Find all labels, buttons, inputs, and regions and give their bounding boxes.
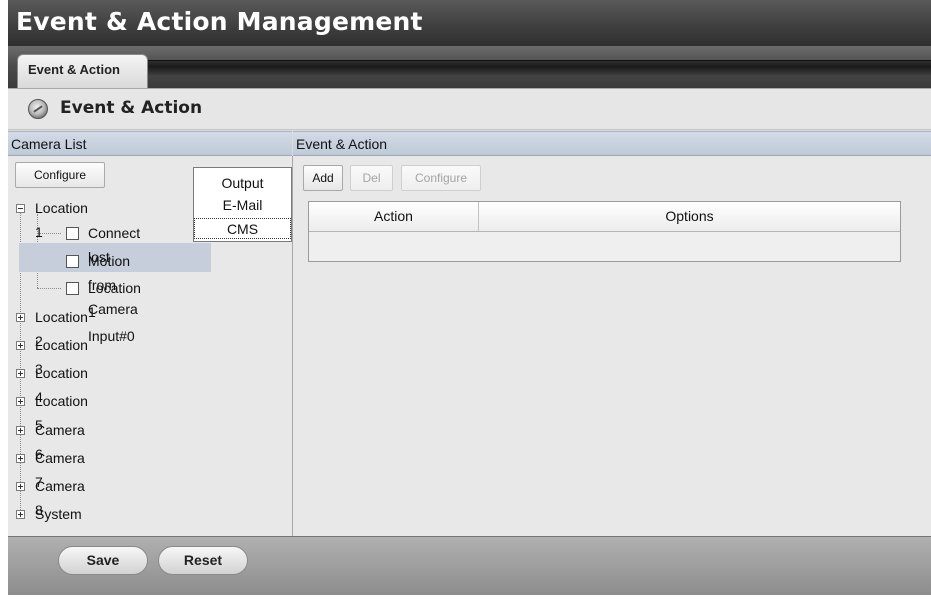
tab-event-action[interactable]: Event & Action <box>17 54 148 88</box>
menu-item-email[interactable]: E-Mail <box>194 195 291 216</box>
tree-node-label: System <box>35 506 82 522</box>
event-action-panel: Add Del Configure Action Options <box>293 156 931 536</box>
tab-rail <box>148 60 931 75</box>
tree-node-label: Location 1 Input#0 <box>88 280 141 344</box>
expand-icon[interactable] <box>16 369 25 378</box>
main-content: Event & Action Camera List Event & Actio… <box>8 88 931 595</box>
action-table-header: Action Options <box>309 202 900 232</box>
location-1-input-checkbox[interactable] <box>66 282 79 295</box>
expand-icon[interactable] <box>16 313 25 322</box>
expand-icon[interactable] <box>16 510 25 519</box>
title-bar: Event & Action Management <box>8 0 931 46</box>
menu-item-output[interactable]: Output <box>194 173 291 194</box>
app-window: Event & Action Management Event & Action… <box>8 0 931 595</box>
gear-globe-icon <box>28 99 48 119</box>
tree-guide-child-3 <box>37 288 61 289</box>
app-title: Event & Action Management <box>16 7 423 36</box>
connect-lost-checkbox[interactable] <box>66 227 79 240</box>
column-action[interactable]: Action <box>309 202 479 231</box>
footer-bar: Save Reset <box>8 536 931 595</box>
expand-icon[interactable] <box>16 341 25 350</box>
tree-node-label: Location 1 <box>35 200 88 240</box>
action-table: Action Options <box>308 201 901 262</box>
expand-icon[interactable] <box>16 397 25 406</box>
collapse-icon[interactable] <box>16 204 25 213</box>
configure-button[interactable]: Configure <box>15 162 105 188</box>
menu-item-cms[interactable]: CMS <box>194 218 291 239</box>
expand-icon[interactable] <box>16 454 25 463</box>
camera-list-header: Camera List <box>8 131 292 156</box>
reset-button[interactable]: Reset <box>158 546 248 575</box>
del-button[interactable]: Del <box>350 165 393 191</box>
expand-icon[interactable] <box>16 482 25 491</box>
save-button[interactable]: Save <box>58 546 148 575</box>
column-options[interactable]: Options <box>479 202 900 231</box>
event-action-header: Event & Action <box>293 131 931 156</box>
action-type-menu: Output E-Mail CMS <box>193 167 292 242</box>
configure-action-button[interactable]: Configure <box>401 165 481 191</box>
add-button[interactable]: Add <box>303 165 343 191</box>
tab-strip: Event & Action <box>8 46 931 88</box>
expand-icon[interactable] <box>16 426 25 435</box>
section-title: Event & Action <box>60 98 203 118</box>
section-header: Event & Action <box>8 89 931 130</box>
motion-from-camera-checkbox[interactable] <box>66 255 79 268</box>
